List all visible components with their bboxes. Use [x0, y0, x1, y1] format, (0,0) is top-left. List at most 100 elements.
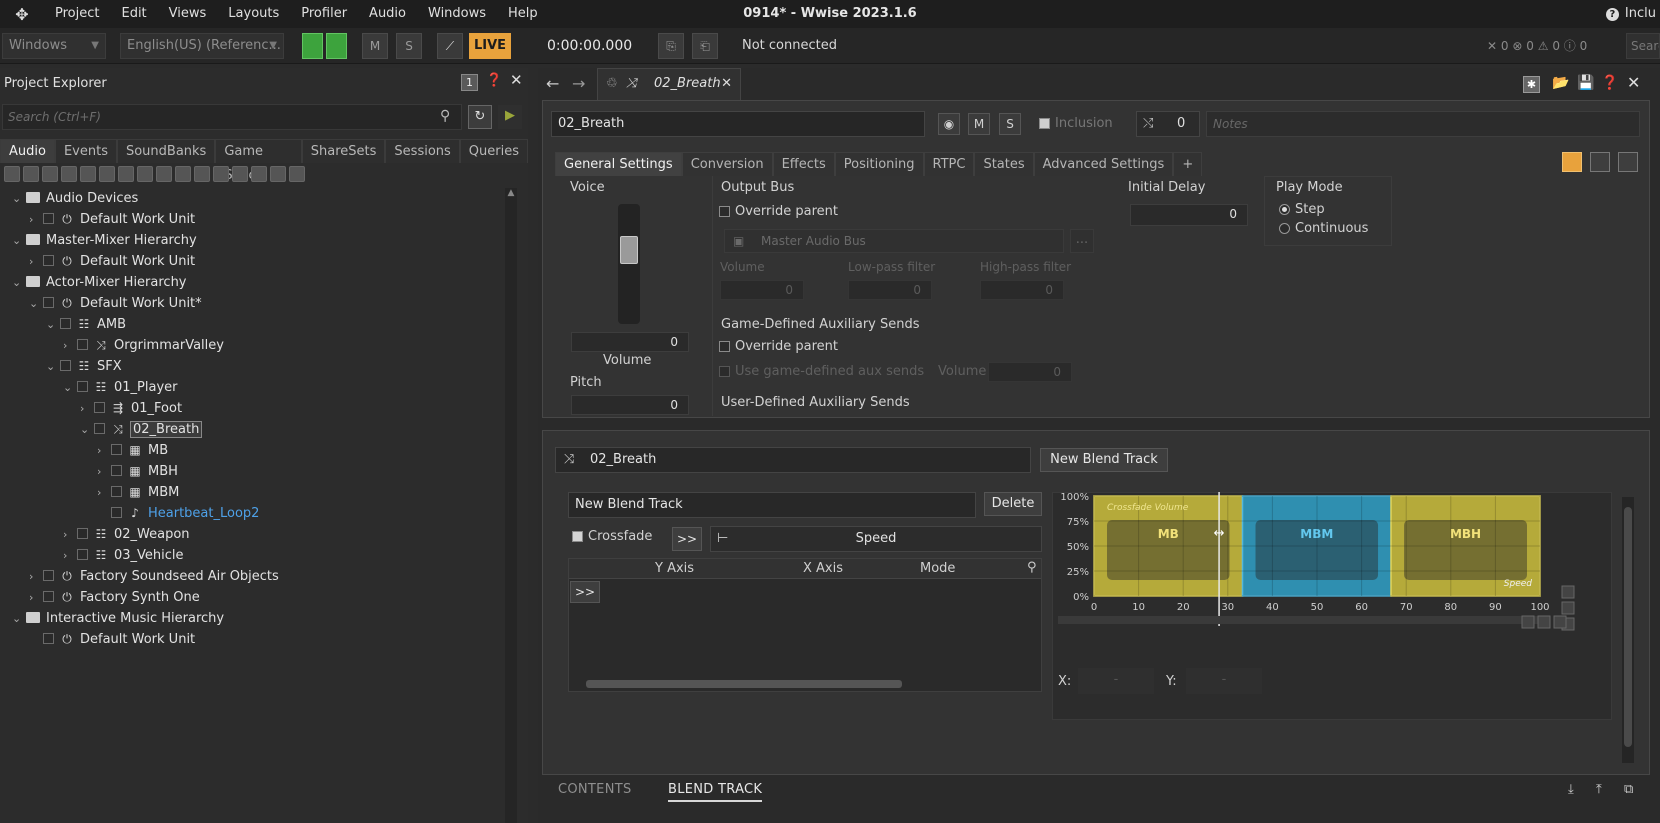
column-y-axis[interactable]: Y Axis: [655, 561, 694, 576]
box-icon[interactable]: [289, 166, 305, 182]
list-hscroll-thumb[interactable]: [586, 680, 902, 688]
chevron-right-icon[interactable]: ›: [63, 335, 77, 356]
game-aux-override-checkbox[interactable]: [719, 341, 730, 352]
explorer-search-input[interactable]: Search (Ctrl+F): [2, 104, 462, 130]
crossfade-checkbox[interactable]: [572, 531, 583, 542]
editor-solo-button[interactable]: S: [999, 113, 1021, 135]
chevron-right-icon[interactable]: ›: [97, 461, 111, 482]
timer-icon[interactable]: [4, 166, 20, 182]
tab-events[interactable]: Events: [54, 139, 117, 163]
blend-chart[interactable]: MB MBM MBH0 10 20 30 40 50 60 70 80 90 1000%25%50%75…: [1052, 492, 1612, 662]
menu-windows[interactable]: Windows: [417, 0, 497, 28]
inclusion-checkbox[interactable]: [43, 633, 54, 644]
pitch-field[interactable]: 0: [571, 395, 689, 415]
blend-icon[interactable]: [137, 166, 153, 182]
layout-split-button[interactable]: [1590, 152, 1610, 172]
tab-sharesets[interactable]: ShareSets: [301, 139, 386, 163]
menu-views[interactable]: Views: [158, 0, 218, 28]
tab-audio[interactable]: Audio: [0, 139, 55, 163]
parameter-selector[interactable]: ⊢ Speed: [710, 526, 1042, 552]
notes-field[interactable]: Notes: [1206, 111, 1640, 137]
menu-project[interactable]: Project: [44, 0, 110, 28]
wwise-logo-icon[interactable]: ✥: [0, 0, 44, 28]
column-mode[interactable]: Mode: [920, 561, 955, 576]
color-palette-button[interactable]: ◉: [938, 113, 960, 135]
pin-button[interactable]: ✱: [1523, 76, 1540, 93]
tab-conversion[interactable]: Conversion: [681, 152, 773, 176]
hzoom-button[interactable]: [1537, 615, 1551, 629]
box-icon[interactable]: [194, 166, 210, 182]
chevron-down-icon[interactable]: ⌄: [63, 377, 77, 398]
tab-queries[interactable]: Queries: [459, 139, 528, 163]
search-icon[interactable]: ⚲: [440, 108, 450, 124]
play-mode-step-radio[interactable]: [1279, 204, 1290, 215]
close-icon[interactable]: ✕: [721, 69, 732, 99]
tree-item[interactable]: ⌄ ⏻ Default Work Unit*: [29, 293, 202, 314]
layout-stack-button[interactable]: [1618, 152, 1638, 172]
y-coord-field[interactable]: -: [1186, 668, 1262, 694]
remote-button[interactable]: ⎗: [692, 33, 718, 59]
inclusion-checkbox[interactable]: [60, 318, 71, 329]
menu-help[interactable]: Help: [497, 0, 549, 28]
blend-container-name-field[interactable]: ⤨ 02_Breath: [555, 447, 1031, 473]
mute-button[interactable]: M: [362, 33, 388, 59]
connect-button[interactable]: ⎘: [658, 33, 684, 59]
tree-item[interactable]: › ▦ MBH: [97, 461, 178, 482]
folder-icon[interactable]: [42, 166, 58, 182]
voice-volume-field[interactable]: 0: [571, 332, 689, 352]
box-icon[interactable]: [251, 166, 267, 182]
inclusion-checkbox[interactable]: [43, 255, 54, 266]
layout-single-button[interactable]: [1562, 152, 1582, 172]
tree-item[interactable]: ⌄ ⤨ 02_Breath: [80, 419, 203, 440]
inclusion-checkbox[interactable]: [111, 507, 122, 518]
tree-item[interactable]: › ⏻ Default Work Unit: [29, 251, 195, 272]
close-icon[interactable]: ✕: [510, 71, 523, 89]
tab-states[interactable]: States: [974, 152, 1034, 176]
tree-item[interactable]: ⌄ ☷ AMB: [46, 314, 126, 335]
tree-item[interactable]: ♪ Heartbeat_Loop2: [97, 503, 259, 524]
tab-contents[interactable]: CONTENTS: [558, 782, 632, 797]
layout-green-button-2[interactable]: [326, 33, 347, 59]
tab-rtpc[interactable]: RTPC: [923, 152, 975, 176]
inclusion-checkbox[interactable]: [43, 297, 54, 308]
tab-game-syncs[interactable]: Game Syncs: [215, 139, 302, 183]
tab-blend-track[interactable]: BLEND TRACK: [668, 782, 763, 802]
chevron-right-icon[interactable]: ›: [29, 566, 43, 587]
tab-positioning[interactable]: Positioning: [834, 152, 924, 176]
tree-item[interactable]: › ☷ 02_Weapon: [63, 524, 190, 545]
tree-item[interactable]: › ⏻ Factory Soundseed Air Objects: [29, 566, 279, 587]
menu-layouts[interactable]: Layouts: [217, 0, 290, 28]
x-coord-field[interactable]: -: [1078, 668, 1154, 694]
volume-slider-handle[interactable]: [620, 236, 638, 264]
inclusion-checkbox[interactable]: [43, 213, 54, 224]
tree-item[interactable]: ⌄ Interactive Music Hierarchy: [12, 608, 224, 629]
editor-mute-button[interactable]: M: [968, 113, 990, 135]
undock-icon[interactable]: ⧉: [1624, 782, 1633, 797]
tree-item[interactable]: › ⏻ Factory Synth One: [29, 587, 200, 608]
tree-item[interactable]: › ⏻ Default Work Unit: [29, 209, 195, 230]
chevron-down-icon[interactable]: ⌄: [12, 272, 26, 293]
tree-item[interactable]: ⌄ Master-Mixer Hierarchy: [12, 230, 197, 251]
crossfade-expand-button[interactable]: >>: [672, 527, 702, 551]
help-icon[interactable]: ❓: [1601, 75, 1618, 91]
solo-button[interactable]: S: [396, 33, 422, 59]
chevron-down-icon[interactable]: ⌄: [46, 314, 60, 335]
box-icon[interactable]: [270, 166, 286, 182]
tree-item[interactable]: › ▦ MB: [97, 440, 168, 461]
hzoom-button[interactable]: [1553, 615, 1567, 629]
back-arrow-icon[interactable]: ←: [546, 74, 559, 93]
voice-volume-slider[interactable]: [618, 204, 640, 324]
forward-arrow-icon[interactable]: →: [572, 74, 585, 93]
chevron-right-icon[interactable]: ›: [97, 482, 111, 503]
tab-sessions[interactable]: Sessions: [385, 139, 460, 163]
search-icon[interactable]: ⚲: [1027, 560, 1037, 575]
menu-profiler[interactable]: Profiler: [290, 0, 358, 28]
panel-number-badge[interactable]: 1: [461, 74, 478, 91]
tree-item[interactable]: › ▦ MBM: [97, 482, 179, 503]
help-icon[interactable]: ❓: [486, 73, 502, 88]
blend-scroll-thumb[interactable]: [1624, 507, 1632, 747]
inclusion-checkbox[interactable]: [43, 570, 54, 581]
tree-item[interactable]: › ☷ 03_Vehicle: [63, 545, 184, 566]
scroll-up-icon[interactable]: ▲: [507, 188, 515, 200]
tree-item[interactable]: ⌄ Audio Devices: [12, 188, 138, 209]
